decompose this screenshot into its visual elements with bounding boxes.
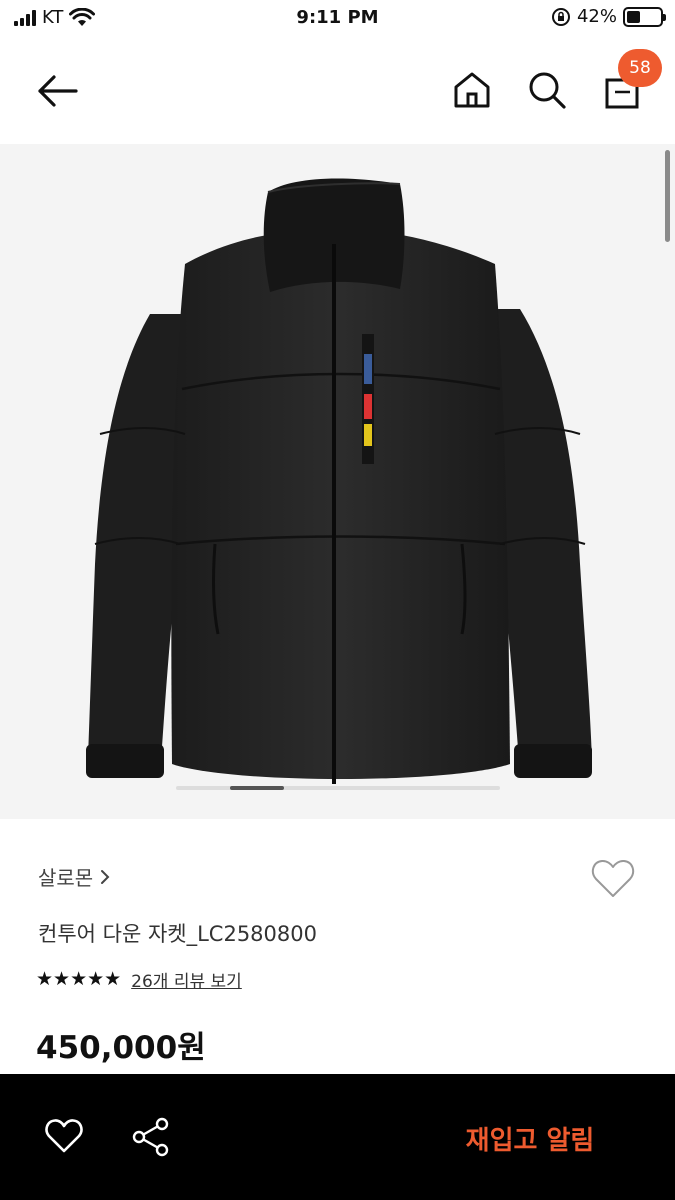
chevron-right-icon bbox=[101, 869, 110, 884]
brand-link[interactable]: 살로몬 bbox=[38, 862, 111, 891]
product-price: 450,000원 bbox=[36, 1030, 206, 1066]
product-name: 컨투어 다운 자켓_LC2580800 bbox=[38, 922, 317, 946]
star-rating: ★★★★★ bbox=[36, 968, 122, 990]
status-bar: KT 9:11 PM 42% bbox=[0, 0, 675, 38]
rating-row: ★★★★★ 26개 리뷰 보기 bbox=[36, 967, 242, 993]
bag-count-badge[interactable]: 58 bbox=[618, 49, 662, 87]
wishlist-heart-icon[interactable] bbox=[44, 1116, 84, 1156]
home-icon[interactable] bbox=[452, 70, 492, 110]
image-scrollbar[interactable] bbox=[665, 150, 670, 242]
review-link[interactable]: 26개 리뷰 보기 bbox=[131, 967, 242, 992]
orientation-lock-icon bbox=[551, 7, 570, 26]
brand-name: 살로몬 bbox=[38, 866, 94, 890]
share-icon[interactable] bbox=[130, 1116, 172, 1158]
restock-alert-button[interactable]: 재입고 알림 bbox=[430, 1118, 630, 1158]
heart-icon[interactable] bbox=[590, 856, 636, 900]
top-nav: 58 bbox=[0, 38, 675, 144]
battery-icon bbox=[623, 6, 666, 27]
back-arrow-icon[interactable] bbox=[34, 68, 80, 114]
carousel-indicator bbox=[176, 786, 500, 790]
search-icon[interactable] bbox=[527, 70, 567, 110]
bottom-action-bar: 재입고 알림 bbox=[0, 1074, 675, 1200]
carousel-indicator-active bbox=[230, 786, 284, 790]
battery-percent: 42% bbox=[576, 6, 617, 27]
product-photo bbox=[86, 178, 592, 784]
battery-level bbox=[627, 10, 641, 23]
product-image-carousel[interactable] bbox=[0, 144, 675, 819]
